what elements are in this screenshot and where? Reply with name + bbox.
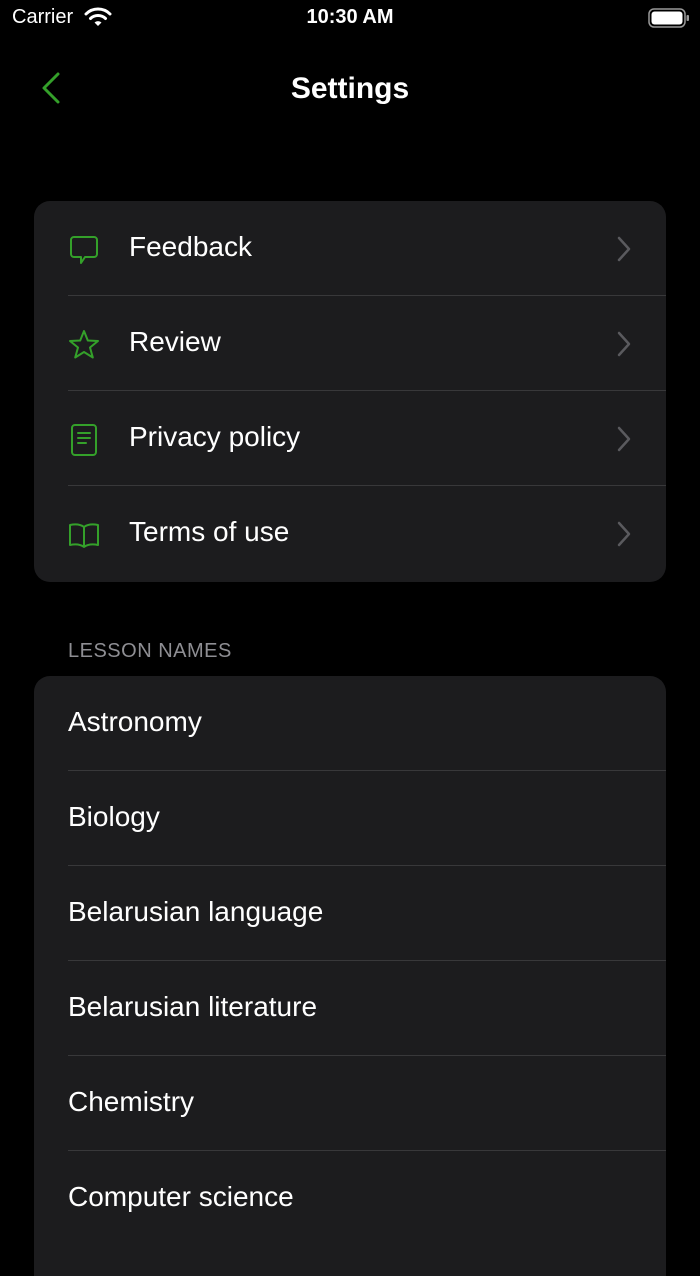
lesson-row[interactable]: Belarusian language: [34, 866, 666, 961]
terms-of-use-label: Terms of use: [129, 516, 290, 547]
lesson-row[interactable]: Belarusian literature: [34, 961, 666, 1056]
lesson-label: Computer science: [68, 1181, 294, 1212]
status-bar: Carrier 10:30 AM: [0, 0, 700, 40]
lesson-label: Biology: [68, 801, 160, 832]
lesson-label: Belarusian literature: [68, 991, 318, 1022]
lesson-row[interactable]: Chemistry: [34, 1056, 666, 1151]
star-icon: [69, 330, 99, 359]
chevron-right-icon: [617, 331, 631, 357]
lesson-row[interactable]: Computer science: [34, 1151, 666, 1246]
feedback-label: Feedback: [129, 231, 252, 262]
chevron-right-icon: [617, 236, 631, 262]
review-label: Review: [129, 326, 221, 357]
status-time: 10:30 AM: [306, 6, 394, 28]
lesson-label: Belarusian language: [68, 896, 324, 927]
review-row[interactable]: Review: [34, 296, 666, 391]
document-icon: [71, 424, 97, 456]
lesson-row[interactable]: Astronomy: [34, 676, 666, 771]
chevron-right-icon: [617, 426, 631, 452]
chevron-right-icon: [617, 521, 631, 547]
book-icon: [69, 523, 99, 548]
lesson-label: Chemistry: [68, 1086, 195, 1117]
settings-group: Feedback Review Privacy policy Terms of …: [34, 201, 666, 582]
privacy-policy-label: Privacy policy: [129, 421, 301, 452]
feedback-row[interactable]: Feedback: [34, 201, 666, 296]
battery-icon: [648, 8, 689, 28]
lesson-names-header: LESSON NAMES: [68, 640, 232, 662]
lessons-group: Astronomy Biology Belarusian language Be…: [34, 676, 666, 1276]
message-bubble-icon: [70, 236, 98, 264]
lesson-row[interactable]: Biology: [34, 771, 666, 866]
navigation-bar: Settings: [0, 60, 700, 116]
terms-of-use-row[interactable]: Terms of use: [34, 486, 666, 581]
lesson-label: Astronomy: [68, 706, 202, 737]
page-title: Settings: [290, 72, 410, 105]
privacy-policy-row[interactable]: Privacy policy: [34, 391, 666, 486]
